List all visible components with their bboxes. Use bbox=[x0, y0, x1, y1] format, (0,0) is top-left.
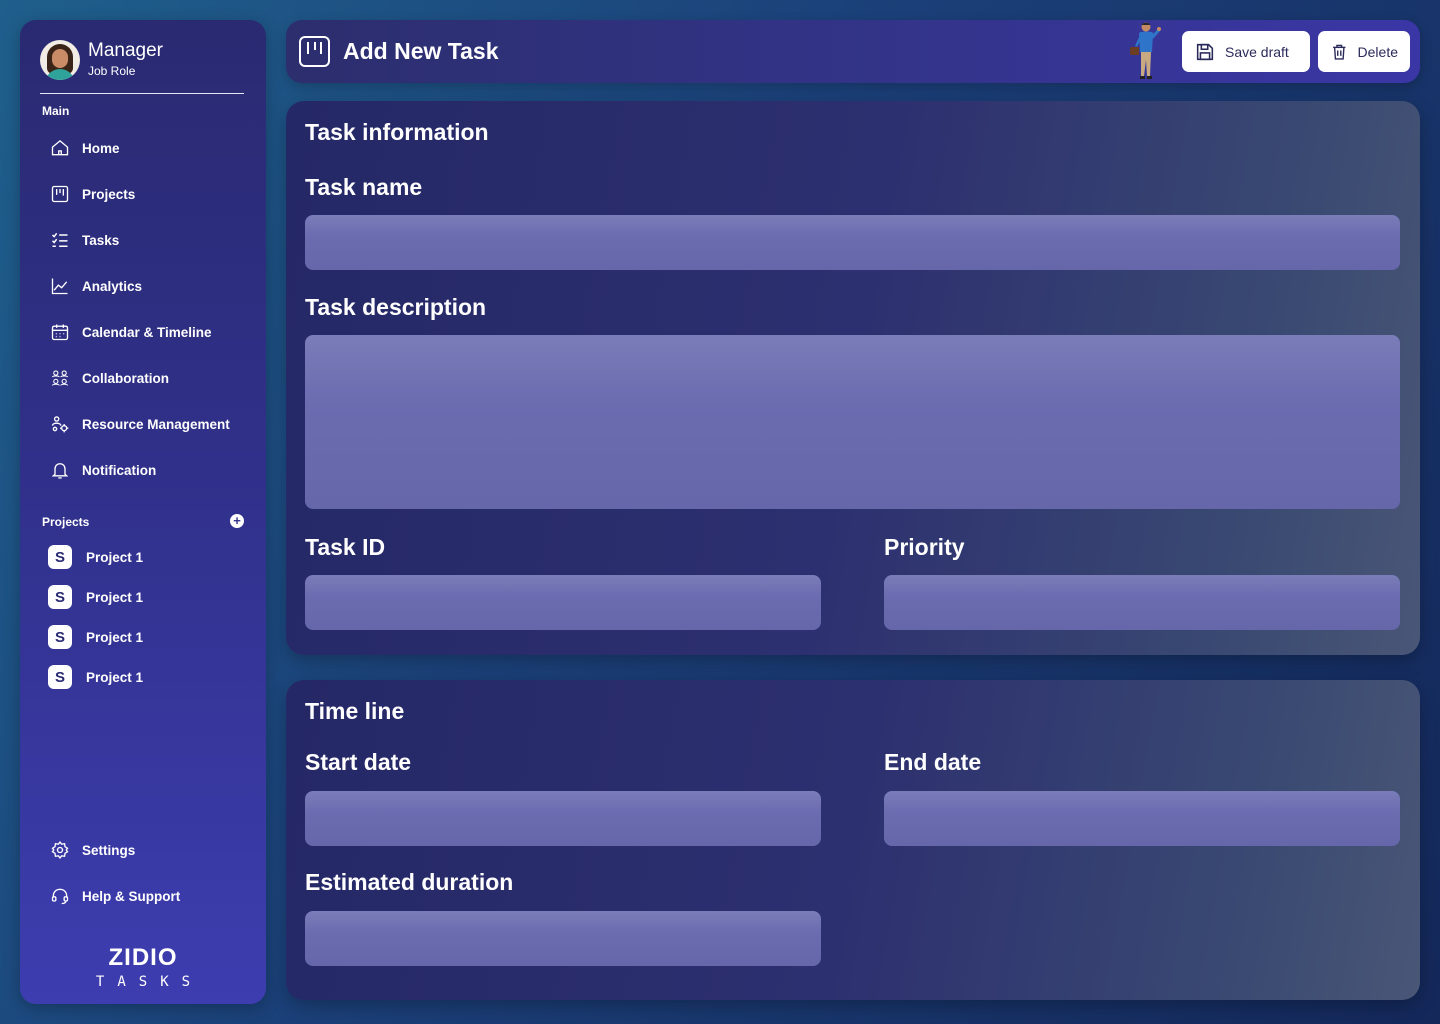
page-title: Add New Task bbox=[343, 38, 499, 64]
avatar bbox=[40, 40, 80, 80]
bell-icon bbox=[50, 460, 70, 480]
sidebar-item-resource-management[interactable]: Resource Management bbox=[50, 411, 240, 437]
section-label-main: Main bbox=[42, 104, 70, 118]
sidebar-item-label: Home bbox=[82, 140, 120, 156]
page-header: Add New Task Save draft Delete bbox=[286, 20, 1420, 83]
task-list-icon bbox=[50, 230, 70, 250]
sidebar-project-item[interactable]: S Project 1 bbox=[48, 585, 143, 609]
sidebar-item-label: Notification bbox=[82, 462, 157, 478]
task-description-input[interactable] bbox=[305, 335, 1400, 509]
task-id-label: Task ID bbox=[305, 534, 386, 560]
priority-input[interactable] bbox=[884, 575, 1400, 630]
sidebar-item-label: Tasks bbox=[82, 232, 120, 248]
project-label: Project 1 bbox=[86, 549, 144, 565]
task-id-input[interactable] bbox=[305, 575, 821, 630]
kanban-icon bbox=[299, 36, 330, 67]
section-label-projects: Projects bbox=[42, 515, 90, 529]
analytics-icon bbox=[50, 276, 70, 296]
sidebar-item-label: Settings bbox=[82, 842, 136, 858]
sidebar-item-label: Collaboration bbox=[82, 370, 169, 386]
resource-icon bbox=[50, 414, 70, 434]
start-date-label: Start date bbox=[305, 749, 412, 775]
sidebar-item-analytics[interactable]: Analytics bbox=[50, 273, 240, 299]
priority-label: Priority bbox=[884, 534, 965, 560]
sidebar-item-calendar[interactable]: Calendar & Timeline bbox=[50, 319, 240, 345]
section-title-timeline: Time line bbox=[305, 698, 405, 724]
sidebar-item-settings[interactable]: Settings bbox=[50, 837, 240, 863]
project-label: Project 1 bbox=[86, 629, 144, 645]
delete-label: Delete bbox=[1357, 43, 1398, 60]
headset-icon bbox=[50, 886, 70, 906]
project-badge: S bbox=[48, 665, 72, 689]
kanban-icon bbox=[50, 184, 70, 204]
estimated-duration-label: Estimated duration bbox=[305, 869, 514, 895]
sidebar-item-collaboration[interactable]: Collaboration bbox=[50, 365, 240, 391]
save-draft-label: Save draft bbox=[1225, 43, 1289, 60]
save-icon bbox=[1196, 43, 1214, 60]
project-label: Project 1 bbox=[86, 669, 144, 685]
trash-icon bbox=[1333, 44, 1346, 60]
user-name: Manager bbox=[88, 40, 163, 61]
sidebar-item-notification[interactable]: Notification bbox=[50, 457, 240, 483]
estimated-duration-input[interactable] bbox=[305, 911, 821, 966]
end-date-input[interactable] bbox=[884, 791, 1400, 846]
collaboration-icon bbox=[50, 368, 70, 388]
start-date-input[interactable] bbox=[305, 791, 821, 846]
project-badge: S bbox=[48, 545, 72, 569]
sidebar-item-label: Projects bbox=[82, 186, 136, 202]
task-description-label: Task description bbox=[305, 294, 487, 320]
sidebar-item-projects[interactable]: Projects bbox=[50, 181, 240, 207]
task-information-card: Task information Task name Task descript… bbox=[286, 101, 1420, 655]
person-illustration bbox=[1130, 22, 1161, 79]
sidebar-project-item[interactable]: S Project 1 bbox=[48, 625, 143, 649]
calendar-icon bbox=[50, 322, 70, 342]
project-badge: S bbox=[48, 585, 72, 609]
home-icon bbox=[50, 138, 70, 158]
user-role: Job Role bbox=[88, 64, 136, 78]
sidebar-item-home[interactable]: Home bbox=[50, 135, 240, 161]
section-title-task-information: Task information bbox=[305, 119, 489, 145]
logo-wordmark: ZIDIO bbox=[108, 944, 178, 971]
timeline-card: Time line Start date End date Estimated … bbox=[286, 680, 1420, 1000]
sidebar-item-label: Help & Support bbox=[82, 888, 181, 904]
save-draft-button[interactable]: Save draft bbox=[1182, 31, 1310, 72]
sidebar-item-tasks[interactable]: Tasks bbox=[50, 227, 240, 253]
task-name-label: Task name bbox=[305, 174, 423, 200]
sidebar-item-label: Analytics bbox=[82, 278, 143, 294]
logo-subtitle: TASKS bbox=[95, 974, 204, 990]
sidebar-item-label: Resource Management bbox=[82, 416, 230, 432]
sidebar-item-label: Calendar & Timeline bbox=[82, 324, 212, 340]
project-label: Project 1 bbox=[86, 589, 144, 605]
project-badge: S bbox=[48, 625, 72, 649]
add-project-button[interactable]: + bbox=[230, 514, 244, 528]
delete-button[interactable]: Delete bbox=[1318, 31, 1410, 72]
end-date-label: End date bbox=[884, 749, 982, 775]
app-logo: ZIDIO TASKS bbox=[20, 944, 266, 990]
sidebar: Manager Job Role Main Home Projects Task… bbox=[20, 20, 266, 1004]
user-profile[interactable]: Manager Job Role bbox=[40, 40, 244, 94]
sidebar-item-help-support[interactable]: Help & Support bbox=[50, 883, 240, 909]
sidebar-project-item[interactable]: S Project 1 bbox=[48, 665, 143, 689]
gear-icon bbox=[50, 840, 70, 860]
sidebar-project-item[interactable]: S Project 1 bbox=[48, 545, 143, 569]
task-name-input[interactable] bbox=[305, 215, 1400, 270]
